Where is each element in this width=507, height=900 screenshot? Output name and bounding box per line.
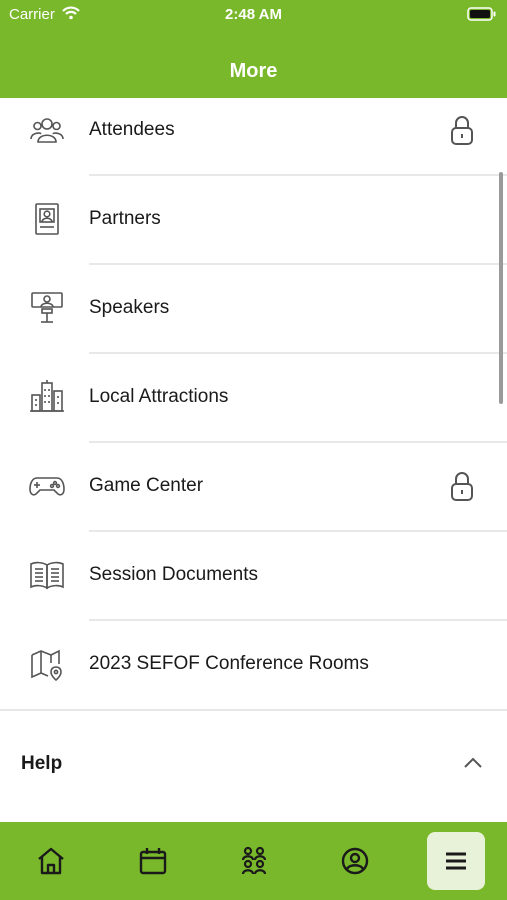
page-title: More	[229, 60, 278, 82]
menu-item-partners[interactable]: Partners	[0, 175, 507, 264]
tab-people[interactable]	[225, 832, 283, 890]
menu-item-speakers[interactable]: Speakers	[0, 264, 507, 353]
partners-icon	[35, 203, 59, 235]
tab-profile[interactable]	[326, 832, 384, 890]
menu-item-label: 2023 SEFOF Conference Rooms	[89, 653, 369, 674]
home-icon	[38, 847, 64, 875]
menu-item-label: Local Attractions	[89, 386, 229, 407]
scrollbar[interactable]	[499, 172, 503, 404]
calendar-icon	[139, 848, 167, 875]
menu-item-label: Game Center	[89, 475, 204, 496]
section-divider	[0, 709, 507, 711]
lock-icon	[451, 472, 473, 501]
profile-icon	[341, 847, 369, 875]
chevron-up-icon[interactable]	[462, 756, 484, 770]
lock-icon	[451, 116, 473, 145]
menu-item-label: Speakers	[89, 297, 170, 318]
speakers-icon	[31, 292, 63, 323]
tab-more[interactable]	[427, 832, 485, 890]
tab-calendar[interactable]	[124, 832, 182, 890]
tab-home[interactable]	[22, 832, 80, 890]
gamepad-icon	[29, 477, 65, 496]
book-icon	[30, 561, 64, 590]
menu-icon	[446, 852, 466, 870]
status-time: 2:48 AM	[225, 6, 282, 23]
menu-item-session-documents[interactable]: Session Documents	[0, 531, 507, 620]
menu-item-conference-rooms[interactable]: 2023 SEFOF Conference Rooms	[0, 620, 507, 709]
nav-bar: More	[0, 30, 507, 98]
attendees-icon	[30, 118, 64, 143]
people-icon	[241, 846, 267, 875]
menu-item-label: Attendees	[89, 119, 175, 140]
battery-icon	[467, 7, 496, 21]
help-label: Help	[21, 753, 63, 774]
menu-item-attendees[interactable]: Attendees	[0, 98, 507, 175]
menu-item-local-attractions[interactable]: Local Attractions	[0, 353, 507, 442]
status-bar: Carrier 2:48 AM	[0, 0, 507, 30]
menu-item-label: Session Documents	[89, 564, 258, 585]
menu-item-label: Partners	[89, 208, 161, 229]
map-pin-icon	[31, 649, 62, 682]
tab-bar	[0, 822, 507, 900]
menu-item-game-center[interactable]: Game Center	[0, 442, 507, 531]
buildings-icon	[30, 380, 64, 412]
more-menu-list[interactable]: Attendees Partners Speakers Local Attrac…	[0, 98, 507, 710]
